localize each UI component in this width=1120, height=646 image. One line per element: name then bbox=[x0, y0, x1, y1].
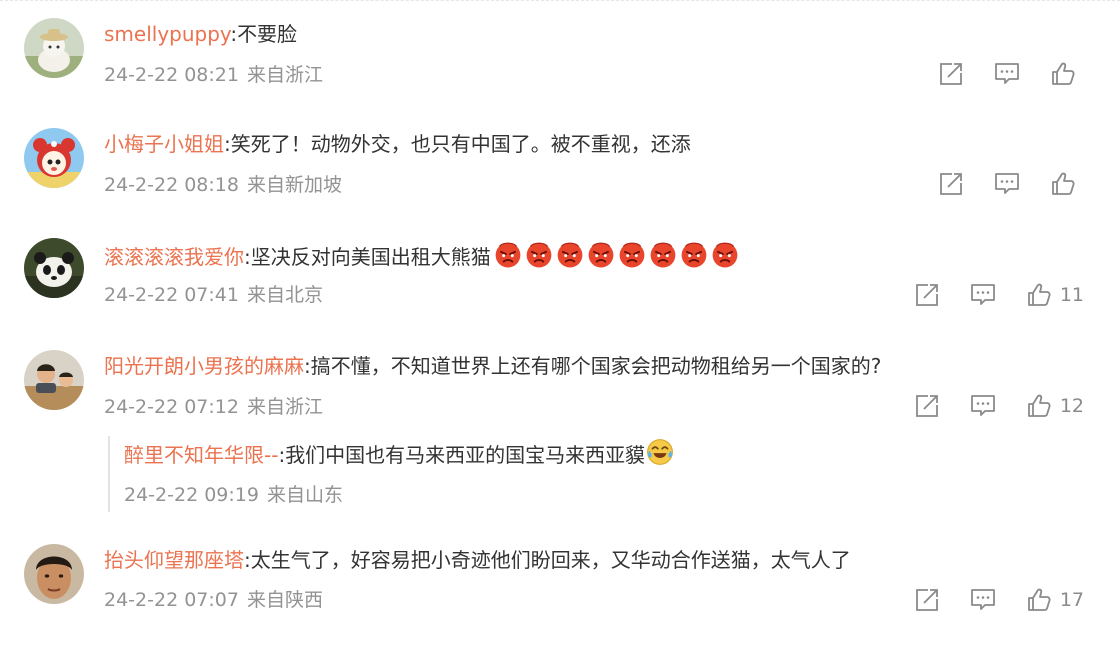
comment-meta: 24-2-22 08:21 来自浙江 bbox=[104, 62, 323, 88]
comment-time: 24-2-22 07:41 bbox=[104, 284, 239, 306]
thumbs-up-icon bbox=[1050, 61, 1076, 87]
comment-location: 来自浙江 bbox=[246, 396, 323, 418]
comment-icon bbox=[994, 61, 1020, 87]
share-icon bbox=[938, 61, 964, 87]
share-button[interactable] bbox=[914, 587, 940, 613]
comment-meta: 24-2-22 07:41 来自北京 bbox=[104, 282, 323, 308]
comment-actions bbox=[908, 170, 1084, 198]
comment-time: 24-2-22 08:21 bbox=[104, 64, 239, 86]
comment-location: 来自北京 bbox=[246, 284, 323, 306]
like-count: 12 bbox=[1059, 395, 1084, 417]
comment-text: 搞不懂，不知道世界上还有哪个国家会把动物租给另一个国家的? bbox=[310, 354, 882, 378]
angry-face-icon bbox=[556, 240, 584, 268]
comment-text: 不要脸 bbox=[237, 22, 298, 46]
share-button[interactable] bbox=[938, 171, 964, 197]
reply-meta: 24-2-22 09:19 来自山东 bbox=[124, 482, 343, 508]
comment-text-line: 抬头仰望那座塔:太生气了，好容易把小奇迹他们盼回来，又华动合作送猫，太气人了 bbox=[104, 548, 851, 572]
share-icon bbox=[914, 393, 940, 419]
like-count: 17 bbox=[1059, 589, 1084, 611]
comment-meta: 24-2-22 07:07 来自陕西 bbox=[104, 587, 323, 613]
comment-username[interactable]: 阳光开朗小男孩的麻麻 bbox=[104, 354, 304, 378]
comment-location: 来自浙江 bbox=[246, 64, 323, 86]
comment-icon bbox=[970, 282, 996, 308]
comment-text: 太生气了，好容易把小奇迹他们盼回来，又华动合作送猫，太气人了 bbox=[250, 548, 851, 572]
comment-meta: 24-2-22 07:12 来自浙江 bbox=[104, 394, 323, 420]
comment-text-line: smellypuppy:不要脸 bbox=[104, 22, 298, 46]
like-button[interactable] bbox=[1050, 61, 1084, 87]
emoji-row bbox=[491, 245, 739, 269]
nested-reply: 醉里不知年华限--:我们中国也有马来西亚的国宝马来西亚貘 24-2-22 09:… bbox=[108, 436, 1088, 512]
avatar[interactable] bbox=[24, 128, 84, 188]
angry-face-icon bbox=[525, 240, 553, 268]
reply-username[interactable]: 醉里不知年华限-- bbox=[124, 443, 278, 467]
thumbs-up-icon bbox=[1026, 282, 1052, 308]
comment-icon bbox=[970, 587, 996, 613]
comment-username[interactable]: 小梅子小姐姐 bbox=[104, 132, 224, 156]
comment-meta: 24-2-22 08:18 来自新加坡 bbox=[104, 172, 342, 198]
thumbs-up-icon bbox=[1026, 587, 1052, 613]
like-button[interactable]: 11 bbox=[1026, 282, 1084, 308]
share-icon bbox=[938, 171, 964, 197]
like-count: 11 bbox=[1059, 284, 1084, 306]
comment-time: 24-2-22 07:12 bbox=[104, 396, 239, 418]
comment-text-line: 滚滚滚滚我爱你:坚决反对向美国出租大熊猫 bbox=[104, 240, 739, 271]
reply-button[interactable] bbox=[970, 393, 996, 419]
reply-text-line: 醉里不知年华限--:我们中国也有马来西亚的国宝马来西亚貘 bbox=[124, 438, 674, 469]
share-icon bbox=[914, 587, 940, 613]
comment-username[interactable]: 抬头仰望那座塔 bbox=[104, 548, 244, 572]
comment-time: 24-2-22 07:07 bbox=[104, 589, 239, 611]
angry-face-icon bbox=[587, 240, 615, 268]
comment-location: 来自新加坡 bbox=[246, 174, 342, 196]
reply-button[interactable] bbox=[994, 171, 1020, 197]
angry-face-icon bbox=[680, 240, 708, 268]
comment-text-line: 小梅子小姐姐:笑死了！动物外交，也只有中国了。被不重视，还添 bbox=[104, 132, 691, 156]
comment-username[interactable]: 滚滚滚滚我爱你 bbox=[104, 245, 244, 269]
avatar[interactable] bbox=[24, 18, 84, 78]
comment-actions bbox=[908, 60, 1084, 88]
thumbs-up-icon bbox=[1050, 171, 1076, 197]
reply-time: 24-2-22 09:19 bbox=[124, 484, 259, 506]
thumbs-up-icon bbox=[1026, 393, 1052, 419]
comment-username[interactable]: smellypuppy bbox=[104, 22, 230, 46]
reply-location: 来自山东 bbox=[266, 484, 343, 506]
comment-text-line: 阳光开朗小男孩的麻麻:搞不懂，不知道世界上还有哪个国家会把动物租给另一个国家的? bbox=[104, 354, 882, 378]
avatar[interactable] bbox=[24, 544, 84, 604]
like-button[interactable] bbox=[1050, 171, 1084, 197]
reply-text: 我们中国也有马来西亚的国宝马来西亚貘 bbox=[285, 443, 646, 467]
comment-actions: 17 bbox=[884, 586, 1084, 614]
comment-text: 笑死了！动物外交，也只有中国了。被不重视，还添 bbox=[230, 132, 691, 156]
share-button[interactable] bbox=[938, 61, 964, 87]
reply-button[interactable] bbox=[970, 587, 996, 613]
share-icon bbox=[914, 282, 940, 308]
reply-button[interactable] bbox=[970, 282, 996, 308]
comment-location: 来自陕西 bbox=[246, 589, 323, 611]
share-button[interactable] bbox=[914, 393, 940, 419]
angry-face-icon bbox=[649, 240, 677, 268]
angry-face-icon bbox=[711, 240, 739, 268]
comment-text: 坚决反对向美国出租大熊猫 bbox=[250, 245, 491, 269]
angry-face-icon bbox=[494, 240, 522, 268]
reply-button[interactable] bbox=[994, 61, 1020, 87]
comment-icon bbox=[994, 171, 1020, 197]
angry-face-icon bbox=[618, 240, 646, 268]
comment-time: 24-2-22 08:18 bbox=[104, 174, 239, 196]
share-button[interactable] bbox=[914, 282, 940, 308]
comment-icon bbox=[970, 393, 996, 419]
comment-actions: 11 bbox=[884, 281, 1084, 309]
avatar[interactable] bbox=[24, 350, 84, 410]
top-divider bbox=[0, 0, 1120, 4]
avatar[interactable] bbox=[24, 238, 84, 298]
like-button[interactable]: 12 bbox=[1026, 393, 1084, 419]
comment-actions: 12 bbox=[884, 392, 1084, 420]
like-button[interactable]: 17 bbox=[1026, 587, 1084, 613]
laugh-cry-face-icon bbox=[646, 438, 674, 466]
